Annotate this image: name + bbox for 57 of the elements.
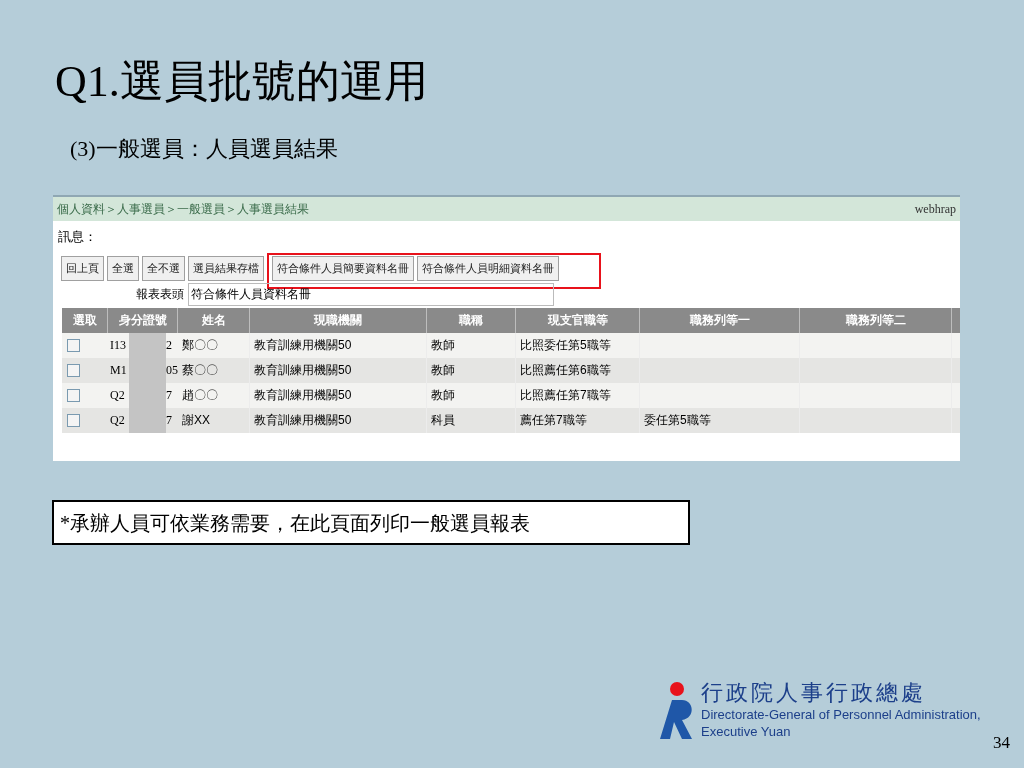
breadcrumb: 個人資料＞人事選員＞一般選員＞人事選員結果 <box>57 201 309 218</box>
table-cell-text: 薦任第7職等 <box>520 412 587 429</box>
column-header: 職稱 <box>427 307 516 333</box>
message-label: 訊息： <box>57 228 98 246</box>
column-header: 現職機關 <box>250 307 427 333</box>
table-cell-text: 鄭〇〇 <box>182 337 218 354</box>
table-cell-text: Q2 <box>109 412 126 429</box>
slide-subtitle: (3)一般選員：人員選員結果 <box>70 135 338 163</box>
column-header: 職務列等二 <box>800 307 952 333</box>
table-cell-text: 2 <box>166 337 172 354</box>
logo-english-name: Executive Yuan <box>701 723 792 740</box>
row-checkbox[interactable] <box>67 363 80 377</box>
table-cell-text: 7 <box>166 412 172 429</box>
table-cell-text: I13 <box>109 337 127 354</box>
table-cell-text: 教育訓練用機關50 <box>254 412 352 429</box>
table-cell-text: 委任第5職等 <box>644 412 711 429</box>
column-header: 姓名 <box>178 307 250 333</box>
report-header-field[interactable]: 符合條件人員資料名冊 <box>188 282 554 306</box>
report-header-label: 報表表頭 <box>135 286 184 303</box>
table-cell-text: 比照委任第5職等 <box>520 337 611 354</box>
redaction-bar <box>129 332 166 358</box>
toolbar-button[interactable]: 全選 <box>107 255 139 281</box>
redaction-bar <box>129 407 166 433</box>
row-checkbox[interactable] <box>67 388 80 402</box>
column-header: 現支官職等 <box>516 307 640 333</box>
toolbar-button[interactable]: 符合條件人員簡要資料名冊 <box>272 255 414 281</box>
row-checkbox[interactable] <box>67 413 80 427</box>
system-name: webhrap <box>914 201 956 218</box>
table-cell-text: 教師 <box>431 387 455 404</box>
slide-title: Q1.選員批號的運用 <box>55 56 428 108</box>
table-cell-text: 比照薦任第7職等 <box>520 387 611 404</box>
table-cell-text: 教育訓練用機關50 <box>254 387 352 404</box>
table-cell-text: 教育訓練用機關50 <box>254 337 352 354</box>
table-cell-text: 教師 <box>431 362 455 379</box>
page-number: 34 <box>993 732 1010 754</box>
logo-english-name: Directorate-General of Personnel Administration, <box>701 706 981 723</box>
table-cell-text: M1 <box>109 362 128 379</box>
toolbar-button[interactable]: 回上頁 <box>61 255 104 281</box>
toolbar-button[interactable]: 符合條件人員明細資料名冊 <box>417 255 559 281</box>
column-header: 身分證號 <box>108 307 178 333</box>
table-cell-text: 比照薦任第6職等 <box>520 362 611 379</box>
logo-chinese-name: 行政院人事行政總處 <box>701 680 927 706</box>
toolbar-button[interactable]: 選員結果存檔 <box>188 255 264 281</box>
table-cell-text: 7 <box>166 387 172 404</box>
toolbar-button[interactable]: 全不選 <box>142 255 185 281</box>
table-cell-text: 科員 <box>431 412 455 429</box>
table-cell-text: 05 <box>166 362 178 379</box>
row-checkbox[interactable] <box>67 338 80 352</box>
column-header: 選取 <box>62 307 108 333</box>
table-cell-text: 謝XX <box>182 412 210 429</box>
note-text: *承辦人員可依業務需要，在此頁面列印一般選員報表 <box>60 510 530 536</box>
table-cell-text: 趙〇〇 <box>182 387 218 404</box>
table-cell-text: 教育訓練用機關50 <box>254 362 352 379</box>
column-header: 職務列等一 <box>640 307 800 333</box>
table-cell-text: 教師 <box>431 337 455 354</box>
table-cell-text: 蔡〇〇 <box>182 362 218 379</box>
table-cell-text: Q2 <box>109 387 126 404</box>
